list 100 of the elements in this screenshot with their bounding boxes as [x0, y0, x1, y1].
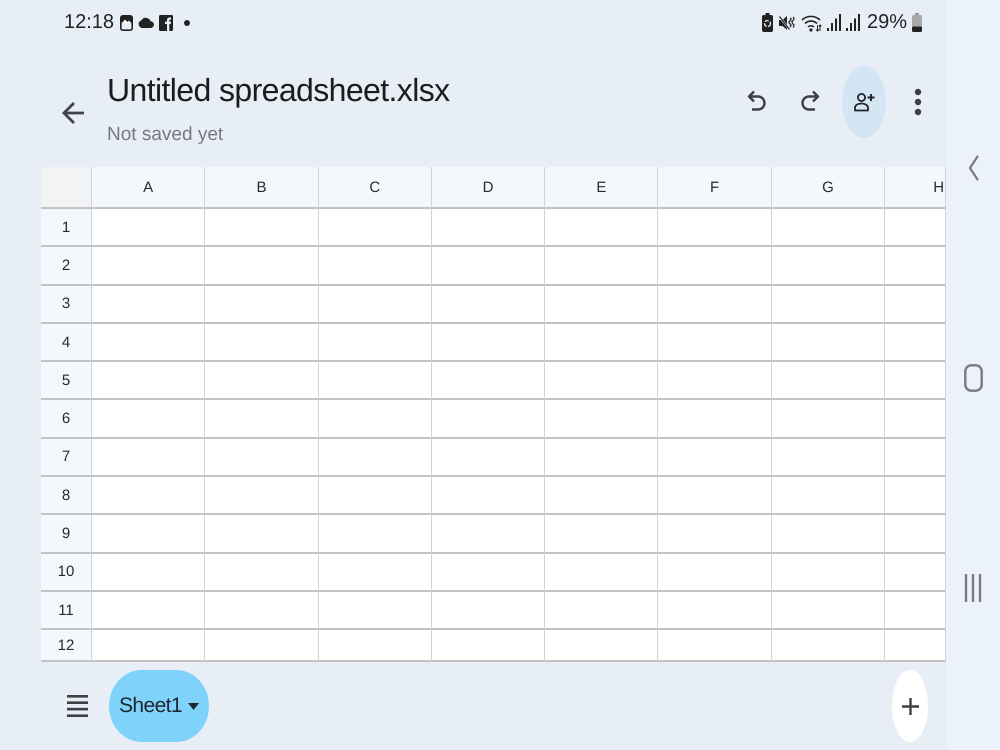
- table-cell[interactable]: [658, 554, 772, 592]
- table-cell[interactable]: [432, 324, 546, 362]
- table-cell[interactable]: [318, 554, 432, 592]
- table-cell[interactable]: [545, 438, 658, 478]
- table-cell[interactable]: [658, 400, 772, 439]
- table-cell[interactable]: [772, 324, 886, 362]
- table-cell[interactable]: [545, 324, 658, 362]
- table-cell[interactable]: [205, 209, 319, 248]
- table-cell[interactable]: [432, 247, 546, 286]
- table-cell[interactable]: [545, 247, 658, 286]
- table-cell[interactable]: [658, 630, 772, 662]
- column-header[interactable]: F: [658, 167, 772, 209]
- table-cell[interactable]: [545, 286, 658, 324]
- table-cell[interactable]: [432, 554, 546, 592]
- table-cell[interactable]: [92, 592, 206, 630]
- table-cell[interactable]: [432, 400, 546, 439]
- select-all-corner[interactable]: [41, 167, 92, 209]
- table-cell[interactable]: [545, 515, 658, 554]
- table-cell[interactable]: [318, 362, 432, 400]
- row-header[interactable]: 7: [41, 438, 92, 478]
- table-cell[interactable]: [432, 515, 546, 554]
- table-cell[interactable]: [545, 400, 658, 439]
- table-cell[interactable]: [92, 630, 206, 662]
- table-cell[interactable]: [432, 209, 546, 248]
- table-cell[interactable]: [205, 477, 319, 516]
- table-cell[interactable]: [205, 286, 319, 324]
- sheet-list-button[interactable]: [66, 694, 89, 718]
- table-cell[interactable]: [772, 630, 886, 662]
- row-header[interactable]: 12: [41, 630, 92, 662]
- table-cell[interactable]: [432, 630, 546, 662]
- table-cell[interactable]: [92, 400, 206, 439]
- table-cell[interactable]: [772, 247, 886, 286]
- table-cell[interactable]: [885, 554, 946, 592]
- table-cell[interactable]: [318, 209, 432, 248]
- table-cell[interactable]: [92, 247, 206, 286]
- column-header[interactable]: E: [545, 167, 658, 209]
- table-cell[interactable]: [205, 438, 319, 478]
- table-cell[interactable]: [205, 630, 319, 662]
- table-cell[interactable]: [885, 247, 946, 286]
- table-cell[interactable]: [92, 286, 206, 324]
- row-header[interactable]: 8: [41, 477, 92, 516]
- table-cell[interactable]: [772, 400, 886, 439]
- table-cell[interactable]: [205, 247, 319, 286]
- table-cell[interactable]: [658, 438, 772, 478]
- table-cell[interactable]: [658, 324, 772, 362]
- table-cell[interactable]: [658, 515, 772, 554]
- table-cell[interactable]: [432, 438, 546, 478]
- row-header[interactable]: 5: [41, 362, 92, 400]
- table-cell[interactable]: [885, 630, 946, 662]
- table-cell[interactable]: [432, 362, 546, 400]
- table-cell[interactable]: [772, 477, 886, 516]
- table-cell[interactable]: [318, 247, 432, 286]
- table-cell[interactable]: [432, 592, 546, 630]
- table-cell[interactable]: [772, 554, 886, 592]
- table-cell[interactable]: [658, 477, 772, 516]
- column-header[interactable]: C: [318, 167, 432, 209]
- table-cell[interactable]: [772, 286, 886, 324]
- table-cell[interactable]: [545, 362, 658, 400]
- table-cell[interactable]: [92, 209, 206, 248]
- column-header[interactable]: A: [92, 167, 206, 209]
- table-cell[interactable]: [318, 630, 432, 662]
- column-header[interactable]: H: [885, 167, 946, 209]
- table-cell[interactable]: [772, 438, 886, 478]
- table-cell[interactable]: [318, 286, 432, 324]
- table-cell[interactable]: [92, 477, 206, 516]
- table-cell[interactable]: [92, 438, 206, 478]
- table-cell[interactable]: [318, 324, 432, 362]
- table-cell[interactable]: [545, 209, 658, 248]
- row-header[interactable]: 6: [41, 400, 92, 439]
- row-header[interactable]: 4: [41, 324, 92, 362]
- row-header[interactable]: 3: [41, 286, 92, 324]
- table-cell[interactable]: [885, 286, 946, 324]
- table-cell[interactable]: [92, 554, 206, 592]
- table-cell[interactable]: [885, 515, 946, 554]
- column-header[interactable]: D: [432, 167, 546, 209]
- table-cell[interactable]: [772, 592, 886, 630]
- table-cell[interactable]: [658, 362, 772, 400]
- row-header[interactable]: 11: [41, 592, 92, 630]
- table-cell[interactable]: [92, 324, 206, 362]
- table-cell[interactable]: [432, 477, 546, 516]
- table-cell[interactable]: [92, 362, 206, 400]
- sheet-tab[interactable]: Sheet1: [109, 670, 209, 742]
- table-cell[interactable]: [318, 438, 432, 478]
- table-cell[interactable]: [658, 286, 772, 324]
- table-cell[interactable]: [658, 209, 772, 248]
- row-header[interactable]: 1: [41, 209, 92, 248]
- table-cell[interactable]: [545, 592, 658, 630]
- table-cell[interactable]: [658, 247, 772, 286]
- table-cell[interactable]: [205, 362, 319, 400]
- table-cell[interactable]: [205, 554, 319, 592]
- table-cell[interactable]: [205, 400, 319, 439]
- table-cell[interactable]: [205, 324, 319, 362]
- table-cell[interactable]: [772, 362, 886, 400]
- table-cell[interactable]: [772, 515, 886, 554]
- table-cell[interactable]: [318, 400, 432, 439]
- column-header[interactable]: B: [205, 167, 319, 209]
- table-cell[interactable]: [205, 592, 319, 630]
- table-cell[interactable]: [545, 554, 658, 592]
- table-cell[interactable]: [772, 209, 886, 248]
- table-cell[interactable]: [92, 515, 206, 554]
